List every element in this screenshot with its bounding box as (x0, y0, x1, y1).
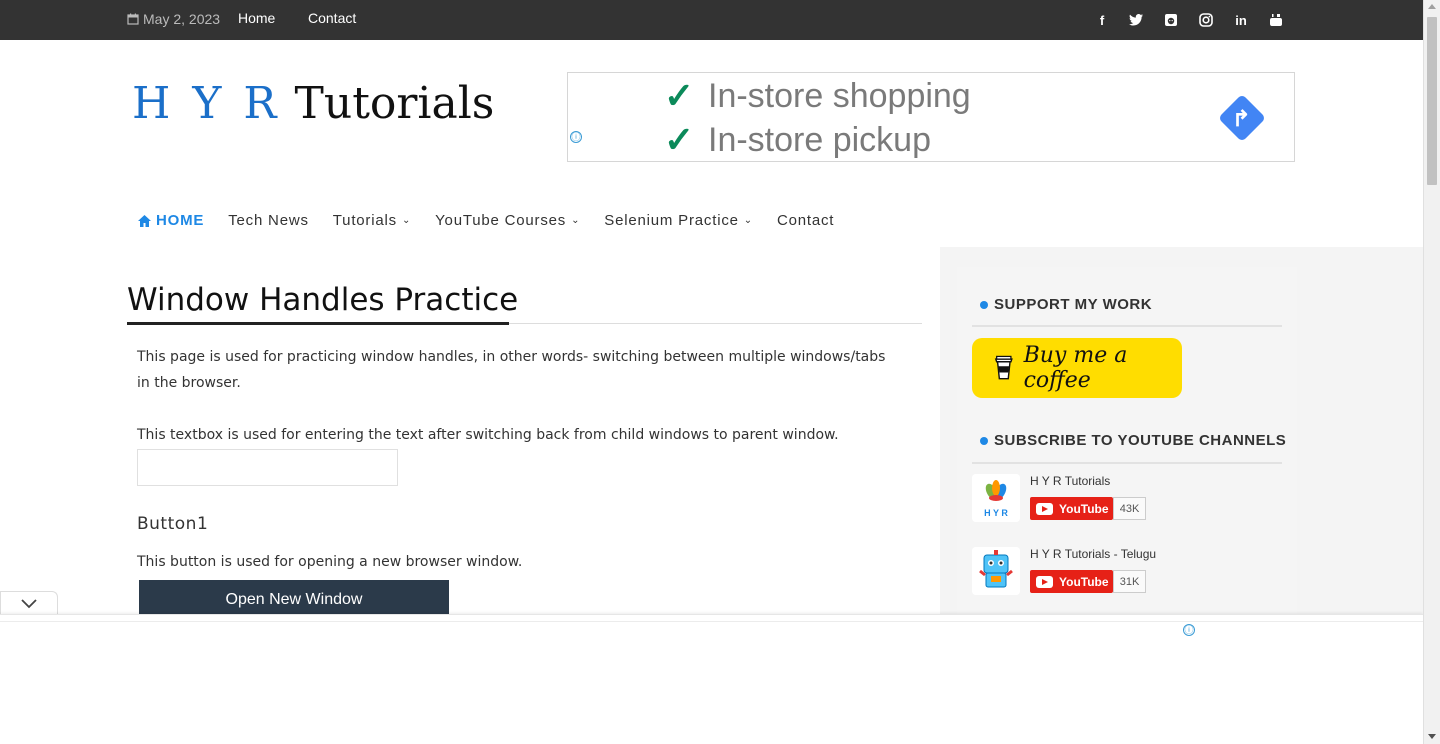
home-icon (138, 214, 151, 227)
subscribe-title-text: SUBSCRIBE TO YOUTUBE CHANNELS (994, 432, 1287, 449)
youtube-play-icon (1036, 502, 1053, 515)
channel-item: H Y R Tutorials - Telugu YouTube 31K (972, 547, 1282, 597)
svg-text:H Y R: H Y R (984, 508, 1008, 518)
chevron-down-icon: ⌄ (743, 215, 753, 226)
reddit-icon[interactable] (1163, 12, 1179, 28)
twitter-icon[interactable] (1128, 12, 1144, 28)
top-bar: May 2, 2023 Home Contact f in (0, 0, 1423, 40)
coffee-label: Buy me a coffee (1023, 343, 1128, 393)
nav-label-tech-news: Tech News (228, 212, 309, 229)
buy-me-coffee-button[interactable]: Buy me a coffee (972, 338, 1182, 398)
chevron-down-icon: ⌄ (401, 215, 412, 226)
nav-label-selenium-practice: Selenium Practice (604, 212, 739, 229)
textbox-description: This textbox is used for entering the te… (137, 427, 839, 443)
ad-banner[interactable]: ✓ In-store shopping ✓ In-store pickup ⓘ … (567, 72, 1295, 162)
intro-text: This page is used for practicing window … (137, 349, 886, 391)
chevron-down-icon (21, 599, 37, 609)
coffee-cup-icon (994, 355, 1013, 380)
checkmark-icon: ✓ (664, 119, 695, 160)
youtube-button-label: YouTube (1059, 501, 1109, 516)
chevron-down-icon: ⌄ (571, 215, 581, 226)
ad-line-2: ✓ In-store pickup (664, 119, 931, 161)
nav-item-selenium-practice[interactable]: Selenium Practice ⌄ (604, 212, 753, 229)
title-underline (127, 322, 509, 325)
bottom-ad-overlay[interactable]: ⓘ (0, 614, 1423, 744)
scroll-up-icon[interactable] (1428, 4, 1436, 9)
nav-label-home: HOME (156, 212, 205, 229)
youtube-subscribe-button[interactable]: YouTube (1030, 570, 1113, 593)
ad-line-1-text: In-store shopping (708, 76, 971, 115)
nav-item-youtube-courses[interactable]: YouTube Courses ⌄ (435, 212, 580, 229)
channel-avatar[interactable]: H Y R (972, 474, 1020, 522)
youtube-subscribe-button[interactable]: YouTube (1030, 497, 1113, 520)
calendar-icon (127, 13, 139, 25)
date-display: May 2, 2023 (127, 11, 220, 27)
page-title: Window Handles Practice (127, 282, 519, 318)
subscriber-count: 31K (1113, 570, 1146, 593)
widget-divider (972, 325, 1282, 327)
widget-divider (972, 462, 1282, 464)
ad-info-icon[interactable]: ⓘ (1183, 624, 1195, 636)
directions-arrow-icon: ↱ (1232, 106, 1251, 131)
nav-item-tutorials[interactable]: Tutorials ⌄ (333, 212, 411, 229)
button1-heading: Button1 (137, 514, 209, 534)
scroll-down-icon[interactable] (1428, 734, 1436, 739)
collapse-ad-button[interactable] (0, 591, 58, 616)
scrollbar-thumb[interactable] (1427, 17, 1437, 185)
nav-label-tutorials: Tutorials (332, 212, 397, 229)
channel-item: H Y R H Y R Tutorials YouTube 43K (972, 474, 1282, 524)
main-nav: HOME Tech News Tutorials ⌄ YouTube Cours… (138, 212, 858, 229)
channel-name[interactable]: H Y R Tutorials - Telugu (1030, 547, 1156, 561)
support-widget-title: SUPPORT MY WORK (980, 296, 1152, 313)
facebook-icon[interactable]: f (1094, 12, 1110, 28)
channel-name[interactable]: H Y R Tutorials (1030, 474, 1110, 488)
checkmark-icon: ✓ (664, 75, 695, 116)
channel-avatar[interactable] (972, 547, 1020, 595)
nav-label-youtube-courses: YouTube Courses (435, 212, 567, 229)
site-header: H Y R Tutorials ✓ In-store shopping ✓ In… (0, 40, 1423, 247)
support-title-text: SUPPORT MY WORK (994, 296, 1153, 313)
nav-item-home[interactable]: HOME (138, 212, 204, 229)
ad-line-1: ✓ In-store shopping (664, 75, 971, 117)
name-textbox[interactable] (137, 449, 398, 486)
bullet-icon (980, 300, 988, 309)
nav-label-contact: Contact (776, 212, 835, 229)
youtube-button-label: YouTube (1059, 574, 1109, 589)
linkedin-icon[interactable]: in (1233, 12, 1249, 28)
instagram-icon[interactable] (1198, 12, 1214, 28)
logo-prefix: H Y R (132, 78, 281, 129)
site-logo[interactable]: H Y R Tutorials (132, 80, 494, 128)
ad-line-2-text: In-store pickup (708, 120, 931, 159)
button1-description: This button is used for opening a new br… (137, 554, 523, 570)
youtube-icon[interactable] (1268, 12, 1284, 28)
top-link-contact[interactable]: Contact (308, 10, 356, 26)
ad-divider (0, 621, 1423, 622)
date-text: May 2, 2023 (143, 11, 221, 27)
top-link-home[interactable]: Home (238, 10, 275, 26)
logo-suffix: Tutorials (294, 78, 495, 129)
bullet-icon (980, 436, 988, 445)
nav-item-contact[interactable]: Contact (777, 212, 834, 229)
youtube-play-icon (1036, 575, 1053, 588)
nav-item-tech-news[interactable]: Tech News (228, 212, 309, 229)
subscriber-count: 43K (1113, 497, 1146, 520)
page-scrollbar[interactable] (1423, 0, 1440, 744)
subscribe-widget-title: SUBSCRIBE TO YOUTUBE CHANNELS (980, 432, 1286, 449)
ad-info-icon[interactable]: ⓘ (570, 131, 582, 143)
